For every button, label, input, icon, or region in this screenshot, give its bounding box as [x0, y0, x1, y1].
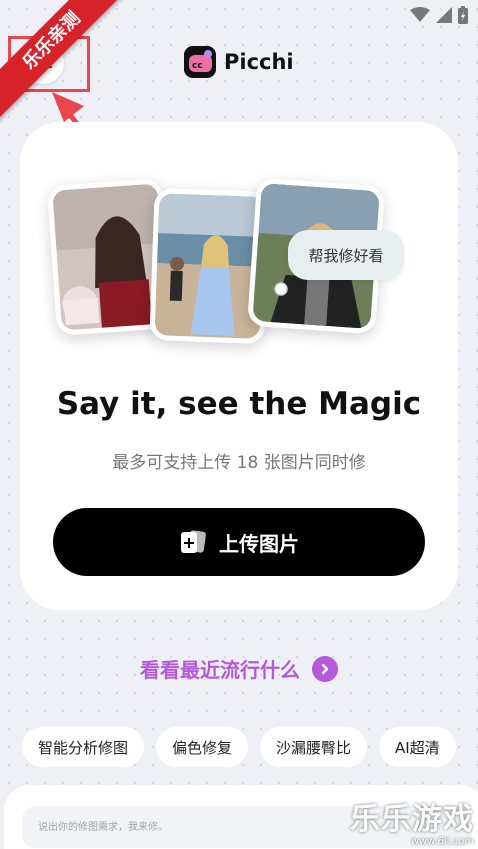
suggestion-chips: 智能分析修图 偏色修复 沙漏腰臀比 AI超清 — [22, 727, 456, 767]
corner-watermark-label: 乐乐亲测 — [0, 0, 135, 124]
bubble-pointer-icon — [274, 282, 288, 296]
chip-ai-upscale[interactable]: AI超清 — [379, 727, 456, 767]
hero-subtitle: 最多可支持上传 18 张图片同时修 — [112, 453, 366, 473]
app-name: Picchi — [224, 50, 294, 74]
hero-title: Say it, see the Magic — [56, 386, 422, 422]
chip-color-cast-fix[interactable]: 偏色修复 — [156, 727, 249, 767]
upload-button-label: 上传图片 — [219, 531, 299, 556]
photo-collage: 帮我修好看 — [46, 177, 422, 358]
trending-link[interactable]: 看看最近流行什么 — [0, 654, 478, 683]
watermark-brand: 乐乐游戏 — [350, 802, 474, 837]
image-cards-icon — [181, 530, 206, 553]
corner-watermark: 乐乐亲测 — [0, 0, 150, 150]
prompt-bubble: 帮我修好看 — [288, 230, 404, 280]
chip-smart-analysis[interactable]: 智能分析修图 — [22, 727, 145, 767]
svg-text:cc: cc — [192, 61, 203, 71]
trending-label: 看看最近流行什么 — [140, 658, 300, 682]
app-logo: cc Picchi — [184, 46, 294, 78]
chevron-right-icon — [312, 655, 338, 682]
site-watermark: 乐乐游戏 www.6ll.com — [350, 794, 474, 847]
picchi-logo-icon: cc — [184, 46, 216, 78]
chip-hourglass-ratio[interactable]: 沙漏腰臀比 — [260, 727, 368, 767]
hero-card: 帮我修好看 Say it, see the Magic 最多可支持上传 18 张… — [20, 122, 458, 610]
upload-images-button[interactable]: 上传图片 — [53, 508, 425, 576]
